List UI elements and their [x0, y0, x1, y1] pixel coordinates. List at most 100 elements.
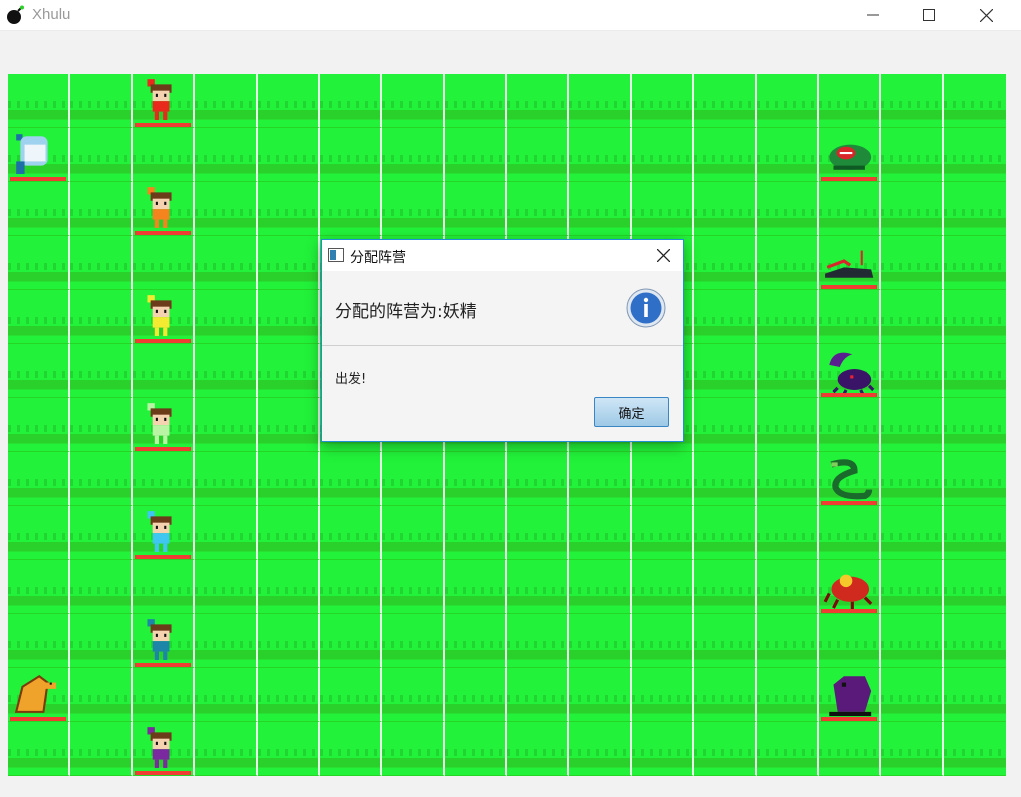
grass-tile[interactable]: [818, 74, 882, 128]
grass-tile[interactable]: [8, 452, 71, 506]
grass-tile[interactable]: [257, 668, 320, 722]
grass-tile[interactable]: [881, 128, 944, 182]
ok-button[interactable]: 确定: [594, 397, 669, 427]
grass-tile[interactable]: [70, 668, 133, 722]
grass-tile[interactable]: [694, 182, 757, 236]
grass-tile[interactable]: [881, 236, 944, 290]
grass-tile[interactable]: [569, 560, 632, 614]
grass-tile[interactable]: [818, 506, 882, 560]
grass-tile[interactable]: [8, 560, 71, 614]
grass-tile[interactable]: [756, 668, 819, 722]
grass-tile[interactable]: [818, 614, 882, 668]
grass-tile[interactable]: [319, 128, 383, 182]
grass-tile[interactable]: [382, 182, 445, 236]
grass-tile[interactable]: [132, 668, 196, 722]
grass-tile[interactable]: [132, 452, 196, 506]
grass-tile[interactable]: [694, 344, 757, 398]
grass-tile[interactable]: [257, 182, 320, 236]
occupied-tile[interactable]: [818, 452, 882, 506]
grass-tile[interactable]: [382, 560, 445, 614]
grass-tile[interactable]: [8, 182, 71, 236]
grass-tile[interactable]: [943, 182, 1006, 236]
occupied-tile[interactable]: [818, 128, 882, 182]
grass-tile[interactable]: [881, 560, 944, 614]
grass-tile[interactable]: [569, 614, 632, 668]
grass-tile[interactable]: [569, 452, 632, 506]
grass-tile[interactable]: [132, 236, 196, 290]
dialog-close-button[interactable]: [651, 244, 675, 266]
grass-tile[interactable]: [195, 452, 258, 506]
grass-tile[interactable]: [943, 398, 1006, 452]
grass-tile[interactable]: [8, 722, 71, 776]
grass-tile[interactable]: [756, 128, 819, 182]
grass-tile[interactable]: [444, 128, 507, 182]
grass-tile[interactable]: [756, 560, 819, 614]
grass-tile[interactable]: [70, 344, 133, 398]
grass-tile[interactable]: [257, 560, 320, 614]
grass-tile[interactable]: [694, 452, 757, 506]
grass-tile[interactable]: [257, 722, 320, 776]
occupied-tile[interactable]: [132, 290, 196, 344]
grass-tile[interactable]: [195, 398, 258, 452]
grass-tile[interactable]: [195, 128, 258, 182]
grass-tile[interactable]: [8, 398, 71, 452]
grass-tile[interactable]: [257, 74, 320, 128]
grass-tile[interactable]: [694, 722, 757, 776]
grass-tile[interactable]: [631, 74, 695, 128]
grass-tile[interactable]: [70, 182, 133, 236]
grass-tile[interactable]: [507, 452, 570, 506]
grass-tile[interactable]: [8, 614, 71, 668]
grass-tile[interactable]: [257, 128, 320, 182]
grass-tile[interactable]: [881, 344, 944, 398]
grass-tile[interactable]: [70, 452, 133, 506]
grass-tile[interactable]: [8, 344, 71, 398]
grass-tile[interactable]: [881, 668, 944, 722]
grass-tile[interactable]: [70, 74, 133, 128]
grass-tile[interactable]: [8, 74, 71, 128]
grass-tile[interactable]: [881, 290, 944, 344]
grass-tile[interactable]: [319, 506, 383, 560]
grass-tile[interactable]: [444, 722, 507, 776]
grass-tile[interactable]: [694, 506, 757, 560]
grass-tile[interactable]: [943, 452, 1006, 506]
grass-tile[interactable]: [70, 398, 133, 452]
grass-tile[interactable]: [319, 668, 383, 722]
grass-tile[interactable]: [881, 452, 944, 506]
grass-tile[interactable]: [569, 128, 632, 182]
grass-tile[interactable]: [257, 452, 320, 506]
grass-tile[interactable]: [569, 74, 632, 128]
grass-tile[interactable]: [132, 344, 196, 398]
grass-tile[interactable]: [631, 614, 695, 668]
grass-tile[interactable]: [195, 182, 258, 236]
grass-tile[interactable]: [257, 506, 320, 560]
grass-tile[interactable]: [444, 614, 507, 668]
grass-tile[interactable]: [257, 614, 320, 668]
grass-tile[interactable]: [257, 290, 320, 344]
grass-tile[interactable]: [195, 236, 258, 290]
occupied-tile[interactable]: [132, 74, 196, 128]
grass-tile[interactable]: [756, 398, 819, 452]
grass-tile[interactable]: [319, 560, 383, 614]
grass-tile[interactable]: [694, 668, 757, 722]
grass-tile[interactable]: [694, 560, 757, 614]
grass-tile[interactable]: [132, 128, 196, 182]
grass-tile[interactable]: [507, 668, 570, 722]
grass-tile[interactable]: [631, 668, 695, 722]
grass-tile[interactable]: [943, 506, 1006, 560]
grass-tile[interactable]: [881, 398, 944, 452]
grass-tile[interactable]: [569, 506, 632, 560]
grass-tile[interactable]: [444, 506, 507, 560]
grass-tile[interactable]: [382, 668, 445, 722]
grass-tile[interactable]: [569, 668, 632, 722]
grass-tile[interactable]: [756, 182, 819, 236]
grass-tile[interactable]: [319, 74, 383, 128]
grass-tile[interactable]: [444, 74, 507, 128]
grass-tile[interactable]: [631, 560, 695, 614]
grass-tile[interactable]: [382, 74, 445, 128]
grass-tile[interactable]: [943, 290, 1006, 344]
grass-tile[interactable]: [694, 74, 757, 128]
grass-tile[interactable]: [756, 452, 819, 506]
grass-tile[interactable]: [881, 722, 944, 776]
grass-tile[interactable]: [507, 128, 570, 182]
grass-tile[interactable]: [70, 506, 133, 560]
